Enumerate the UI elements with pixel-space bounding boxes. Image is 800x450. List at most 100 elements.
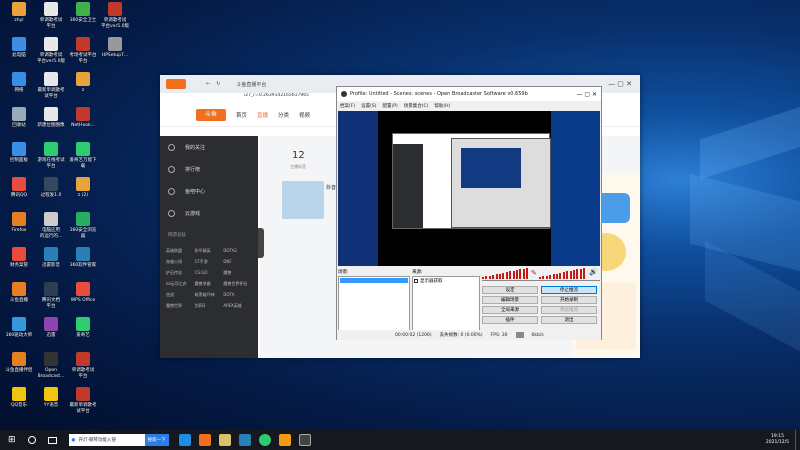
edit-scene-button[interactable]: 编辑场景 xyxy=(482,296,538,304)
category-link[interactable]: lol云顶之弈 xyxy=(166,281,195,287)
category-link[interactable]: 和平精英 xyxy=(195,248,224,254)
scene-item[interactable] xyxy=(340,278,408,283)
douyu-logo[interactable]: 斗鱼 xyxy=(196,109,226,121)
category-link[interactable]: DOTA2 xyxy=(223,248,252,254)
desktop-icon[interactable]: 360安全卫士 xyxy=(66,2,100,38)
desktop-icon[interactable]: z xyxy=(66,72,100,108)
desktop-icon[interactable]: 过程发1.0 xyxy=(34,177,68,213)
obs-taskbar-icon[interactable] xyxy=(298,434,311,446)
start-icon[interactable]: ⊞ xyxy=(8,435,16,445)
category-link[interactable]: 剑网3 xyxy=(195,303,224,309)
desktop-icon[interactable]: 单调歌考试 平台ver5.0版 xyxy=(98,2,132,38)
nav-item[interactable]: 直播 xyxy=(257,111,268,119)
nav-item[interactable]: 视频 xyxy=(299,111,310,119)
window-controls-icon[interactable]: — ▢ ✕ xyxy=(608,80,632,88)
search-button[interactable]: 搜索一下 xyxy=(144,434,169,446)
category-link[interactable]: 英雄联盟 xyxy=(166,248,195,254)
obs-menu-item[interactable]: 配置(P) xyxy=(382,103,397,109)
category-link[interactable]: 魔兽世界怀旧 xyxy=(223,281,252,287)
speaker-icon[interactable]: 🔊 xyxy=(589,268,598,276)
desktop-icon[interactable]: 单调歌考试 平台ver5.0版 xyxy=(34,37,68,73)
desktop-icon[interactable]: 回收站 xyxy=(2,107,36,143)
store-icon[interactable] xyxy=(238,434,251,446)
desktop-icon[interactable]: 单调歌考试 平台 xyxy=(66,352,100,388)
search-box[interactable]: ● 开灯·钢琴功能入侵 搜索一下 xyxy=(68,434,169,446)
volume-slider[interactable] xyxy=(482,280,600,281)
category-link[interactable]: 魔兽 xyxy=(223,270,252,276)
category-link[interactable]: APEX英雄 xyxy=(223,303,252,309)
category-link[interactable]: DNF xyxy=(223,259,252,265)
sidebar-item[interactable]: 云游戏 xyxy=(160,202,258,224)
desktop-icon[interactable]: 360驱动大师 xyxy=(2,317,36,353)
desktop-icon[interactable]: 爱奇艺 xyxy=(66,317,100,353)
obs-menu-item[interactable]: 场景集合(C) xyxy=(404,103,429,109)
desktop-icon[interactable]: QQ音乐 xyxy=(2,387,36,423)
category-link[interactable]: 魔兽世界 xyxy=(166,303,195,309)
clock[interactable]: 19:15 2021/12/5 xyxy=(766,434,789,446)
nav-item[interactable]: 首页 xyxy=(236,111,247,119)
desktop-icon[interactable]: 360软件管家 xyxy=(66,247,100,283)
task-view-icon[interactable] xyxy=(47,436,57,444)
desktop-icon[interactable]: 爱奇艺万能下 载 xyxy=(66,142,100,178)
desktop-icon[interactable]: 最新单调歌考 试平台 xyxy=(34,72,68,108)
category-link[interactable]: 暗黑破坏神 xyxy=(195,292,224,298)
desktop-icon[interactable]: 新建位图图像 xyxy=(34,107,68,143)
scenes-list[interactable] xyxy=(338,276,410,332)
nav-item[interactable]: 分类 xyxy=(278,111,289,119)
sidebar-item[interactable]: 排行榜 xyxy=(160,158,258,180)
desktop-icon[interactable]: 腾讯文档 平台 xyxy=(34,282,68,318)
sidebar-collapse-handle[interactable] xyxy=(258,228,264,258)
category-link[interactable]: CF手游 xyxy=(195,259,224,265)
category-link[interactable]: 炉石传说 xyxy=(166,270,195,276)
obs-menu-item[interactable]: 档案(F) xyxy=(340,103,355,109)
desktop-icon[interactable]: 控制面板 xyxy=(2,142,36,178)
category-link[interactable]: 魔兽争霸 xyxy=(195,281,224,287)
sidebar-item[interactable]: 鱼吧中心 xyxy=(160,180,258,202)
obs-menu-item[interactable]: 设置(S) xyxy=(361,103,376,109)
category-link[interactable]: CS:GO xyxy=(195,270,224,276)
360-browser-icon[interactable] xyxy=(258,434,271,446)
desktop-icon[interactable]: Firefox xyxy=(2,212,36,248)
sidebar-item[interactable]: 我的关注 xyxy=(160,136,258,158)
refresh-icon[interactable]: ↻ xyxy=(216,81,220,87)
shark-avatar[interactable] xyxy=(282,181,324,219)
desktop-icon[interactable]: 迅雷 xyxy=(34,317,68,353)
desktop-icon[interactable]: 游戏在线考试 平台 xyxy=(34,142,68,178)
desktop-icon[interactable]: 考场考试平台 平台 xyxy=(66,37,100,73)
desktop-icon[interactable]: 最新单调歌考 试平台 xyxy=(66,387,100,423)
category-link[interactable]: DOTA xyxy=(223,292,252,298)
category-link[interactable]: 逆战 xyxy=(166,292,195,298)
desktop-icon[interactable]: YY语音 xyxy=(34,387,68,423)
desktop-icon[interactable]: z (2) xyxy=(66,177,100,213)
obs-menu-item[interactable]: 帮助(H) xyxy=(434,103,450,109)
desktop-icon[interactable]: 电脑应用 的运行的... xyxy=(34,212,68,248)
settings-button[interactable]: 设定 xyxy=(482,286,538,294)
desktop-icon[interactable]: 网络 xyxy=(2,72,36,108)
checkbox-icon[interactable] xyxy=(414,279,418,283)
exit-button[interactable]: 退出 xyxy=(541,316,597,324)
show-desktop-button[interactable] xyxy=(795,430,798,450)
desktop-icon[interactable]: zhyl xyxy=(2,2,36,38)
start-record-button[interactable]: 开始录制 xyxy=(541,296,597,304)
desktop-icon[interactable]: 单调歌考试 平台 xyxy=(34,2,68,38)
desktop-icon[interactable]: 迅雷影音 xyxy=(34,247,68,283)
desktop-icon[interactable]: HPSetup7... xyxy=(98,37,132,73)
desktop-icon[interactable]: 此电脑 xyxy=(2,37,36,73)
preview-stream-button[interactable]: 预览推流 xyxy=(541,306,597,314)
obs-window-controls-icon[interactable]: — ▢ ✕ xyxy=(576,91,597,98)
desktop-icon[interactable]: 腾讯QQ xyxy=(2,177,36,213)
source-item[interactable]: 显示器获取 xyxy=(413,277,479,285)
desktop-icon[interactable]: Open Broadcast... xyxy=(34,352,68,388)
app-taskbar-icon[interactable] xyxy=(278,434,291,446)
desktop-icon[interactable]: NetHook... xyxy=(66,107,100,143)
global-sources-button[interactable]: 全局来源 xyxy=(482,306,538,314)
browser-tab[interactable]: 斗鱼直播平台 xyxy=(236,81,266,88)
cortana-icon[interactable] xyxy=(27,436,36,444)
mic-icon[interactable]: ✎ xyxy=(531,269,537,277)
desktop-icon[interactable]: 财务案管 xyxy=(2,247,36,283)
desktop-icon[interactable]: 360安全浏览 器 xyxy=(66,212,100,248)
sources-list[interactable]: 显示器获取 xyxy=(412,276,480,332)
edge-icon[interactable] xyxy=(178,434,191,446)
plugins-button[interactable]: 插件 xyxy=(482,316,538,324)
back-icon[interactable]: ← xyxy=(206,81,210,87)
